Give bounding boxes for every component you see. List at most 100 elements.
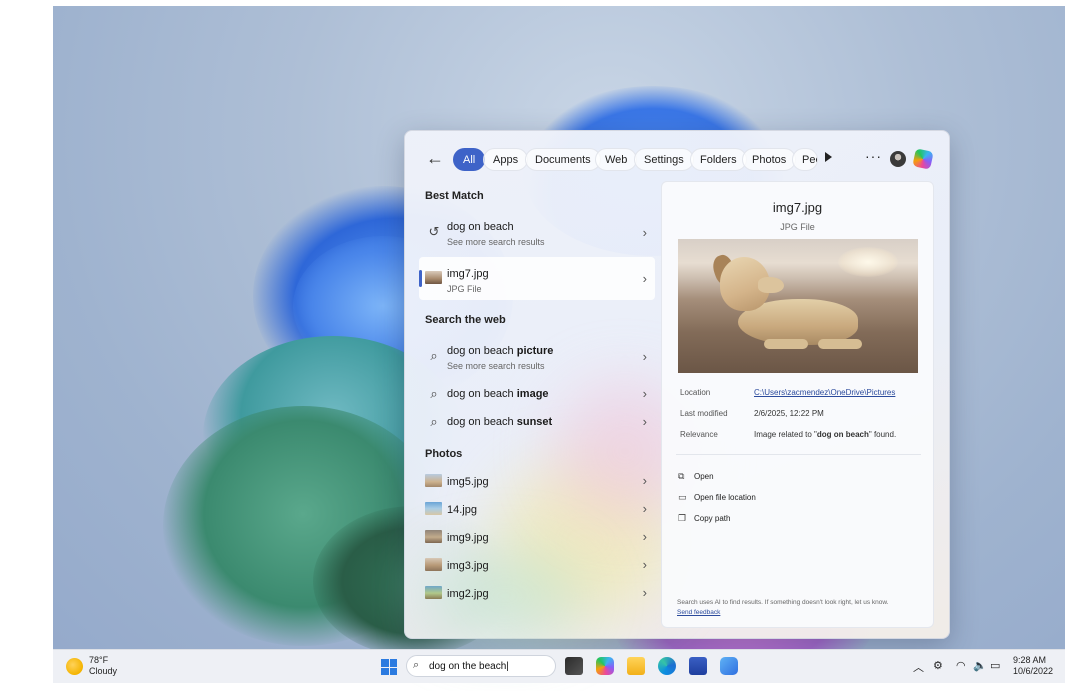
search-panel: ← All Apps Documents Web Settings Folder… bbox=[404, 130, 950, 641]
photo-result-img9[interactable]: img9.jpg › bbox=[419, 524, 655, 550]
search-icon: ⌕ bbox=[413, 659, 420, 671]
chevron-right-icon: › bbox=[642, 386, 647, 401]
result-title: img5.jpg bbox=[447, 476, 489, 488]
photo-result-img5[interactable]: img5.jpg › bbox=[419, 468, 655, 494]
copy-icon: ❐ bbox=[678, 513, 687, 523]
copy-path-action[interactable]: ❐ Copy path bbox=[678, 513, 730, 527]
location-link[interactable]: C:\Users\zacmendez\OneDrive\Pictures bbox=[754, 388, 895, 397]
result-title: img9.jpg bbox=[447, 532, 489, 544]
sunset-glow bbox=[838, 247, 898, 277]
chevron-right-icon: › bbox=[642, 473, 647, 488]
image-thumbnail bbox=[425, 474, 442, 487]
image-thumbnail bbox=[425, 271, 442, 284]
task-view-icon[interactable] bbox=[565, 657, 583, 675]
chevron-right-icon: › bbox=[642, 557, 647, 572]
chevron-right-icon: › bbox=[642, 271, 647, 286]
location-label: Location bbox=[680, 388, 711, 397]
taskbar-search-input[interactable]: ⌕ dog on the beach| bbox=[406, 655, 556, 677]
image-thumbnail bbox=[425, 586, 442, 599]
clock-time[interactable]: 9:28 AM bbox=[1013, 655, 1046, 665]
photo-result-14[interactable]: 14.jpg › bbox=[419, 496, 655, 522]
wifi-icon[interactable]: ◠ bbox=[956, 659, 966, 672]
relevance-label: Relevance bbox=[680, 430, 718, 439]
tab-all[interactable]: All bbox=[453, 148, 486, 171]
battery-icon[interactable]: ▭ bbox=[990, 659, 1000, 672]
weather-condition[interactable]: Cloudy bbox=[89, 666, 117, 676]
search-query: dog on the beach| bbox=[429, 661, 509, 672]
image-thumbnail bbox=[425, 502, 442, 515]
weather-sun-icon[interactable] bbox=[66, 658, 83, 675]
result-subtitle: See more search results bbox=[447, 237, 545, 247]
result-subtitle: See more search results bbox=[447, 361, 545, 371]
store-icon[interactable] bbox=[689, 657, 707, 675]
result-title: dog on beach image bbox=[447, 388, 549, 400]
copilot-icon[interactable] bbox=[912, 148, 934, 170]
chevron-right-icon: › bbox=[642, 529, 647, 544]
best-match-header: Best Match bbox=[425, 190, 484, 202]
ai-disclaimer: Search uses AI to find results. If somet… bbox=[677, 599, 889, 606]
send-feedback-link[interactable]: Send feedback bbox=[677, 609, 720, 616]
tab-apps[interactable]: Apps bbox=[483, 148, 529, 171]
open-action[interactable]: ⧉ Open bbox=[678, 471, 714, 485]
app-icon[interactable] bbox=[720, 657, 738, 675]
tab-web[interactable]: Web bbox=[595, 148, 638, 171]
tab-photos[interactable]: Photos bbox=[742, 148, 797, 171]
result-title: dog on beach bbox=[447, 221, 514, 233]
result-title: img7.jpg bbox=[447, 268, 489, 280]
result-title: img2.jpg bbox=[447, 588, 489, 600]
file-explorer-icon[interactable] bbox=[627, 657, 645, 675]
modified-value: 2/6/2025, 12:22 PM bbox=[754, 409, 824, 418]
folder-icon: ▭ bbox=[678, 492, 687, 502]
open-external-icon: ⧉ bbox=[678, 471, 685, 481]
chevron-right-icon: › bbox=[642, 501, 647, 516]
more-options-icon[interactable]: ··· bbox=[865, 148, 882, 164]
preview-title: img7.jpg bbox=[772, 200, 823, 215]
avatar[interactable] bbox=[890, 151, 906, 167]
result-dog-on-beach[interactable]: ↺ dog on beach See more search results › bbox=[419, 213, 655, 253]
chevron-right-icon: › bbox=[642, 414, 647, 429]
edge-browser-icon[interactable] bbox=[658, 657, 676, 675]
copilot-app-icon[interactable] bbox=[596, 657, 614, 675]
image-thumbnail bbox=[425, 558, 442, 571]
dog-leg bbox=[764, 339, 808, 349]
search-icon: ⌕ bbox=[430, 414, 438, 429]
clock-date[interactable]: 10/6/2022 bbox=[1013, 666, 1053, 676]
result-title: 14.jpg bbox=[447, 504, 477, 516]
dog-snout bbox=[758, 277, 784, 293]
result-title: dog on beach picture bbox=[447, 345, 554, 357]
selection-indicator bbox=[419, 270, 422, 287]
preview-pane: img7.jpg JPG File Location C:\Users\zacm… bbox=[661, 181, 934, 628]
web-result-image[interactable]: ⌕ dog on beach image › bbox=[419, 381, 655, 407]
tab-folders[interactable]: Folders bbox=[690, 148, 747, 171]
divider bbox=[676, 454, 921, 455]
open-file-location-action[interactable]: ▭ Open file location bbox=[678, 492, 756, 506]
preview-image[interactable] bbox=[678, 239, 918, 373]
show-hidden-icons-chevron-icon[interactable]: ︿ bbox=[913, 659, 924, 675]
windows-start-icon[interactable] bbox=[381, 659, 397, 675]
chevron-right-icon: › bbox=[642, 225, 647, 240]
result-img7[interactable]: img7.jpg JPG File › bbox=[419, 257, 655, 300]
search-icon: ⌕ bbox=[430, 348, 438, 363]
modified-label: Last modified bbox=[680, 409, 728, 418]
photo-result-img3[interactable]: img3.jpg › bbox=[419, 552, 655, 578]
tab-settings[interactable]: Settings bbox=[634, 148, 694, 171]
chevron-right-icon: › bbox=[642, 349, 647, 364]
tab-documents[interactable]: Documents bbox=[525, 148, 601, 171]
history-icon: ↺ bbox=[428, 224, 440, 239]
web-result-picture[interactable]: ⌕ dog on beach picture See more search r… bbox=[419, 337, 655, 377]
settings-tray-icon[interactable]: ⚙ bbox=[933, 659, 943, 672]
weather-temperature[interactable]: 78°F bbox=[89, 655, 108, 665]
chevron-right-icon: › bbox=[642, 585, 647, 600]
image-thumbnail bbox=[425, 530, 442, 543]
web-result-sunset[interactable]: ⌕ dog on beach sunset › bbox=[419, 409, 655, 435]
volume-icon[interactable]: 🔈 bbox=[973, 659, 987, 672]
back-arrow-icon[interactable]: ← bbox=[425, 149, 445, 169]
search-icon: ⌕ bbox=[430, 386, 438, 401]
taskbar: 78°F Cloudy ⌕ dog on the beach| ︿ ⚙ ◠ 🔈 … bbox=[53, 649, 1065, 683]
tab-people[interactable]: Peo bbox=[792, 148, 818, 171]
photo-result-img2[interactable]: img2.jpg › bbox=[419, 580, 655, 606]
photos-header: Photos bbox=[425, 448, 463, 460]
dog-leg bbox=[818, 339, 862, 349]
relevance-value: Image related to "dog on beach" found. bbox=[754, 430, 897, 439]
more-tabs-arrow-icon[interactable] bbox=[825, 152, 832, 162]
